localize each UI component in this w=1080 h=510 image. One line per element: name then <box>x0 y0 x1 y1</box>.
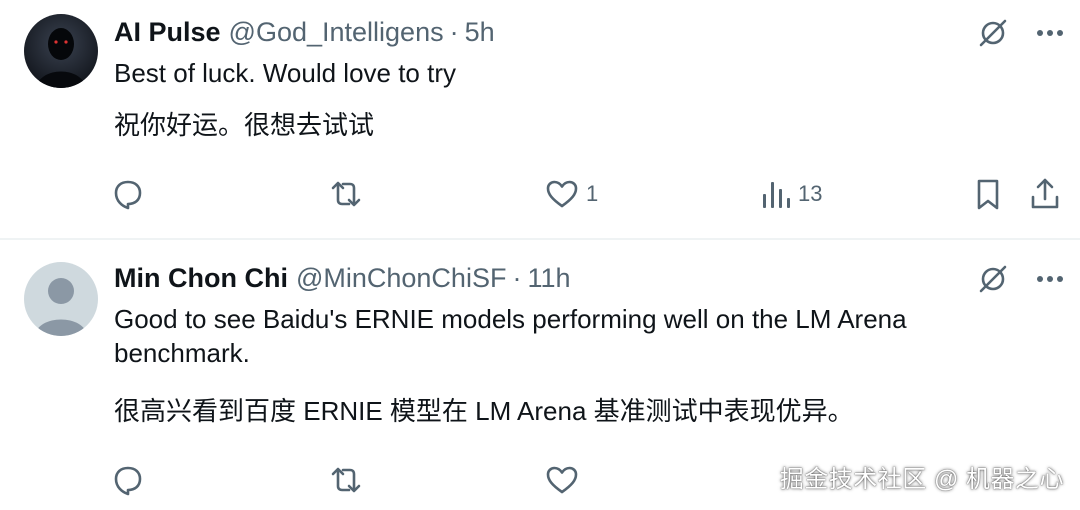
watermark: 掘金技术社区 @ 机器之心 <box>779 466 1064 493</box>
separator: · <box>512 262 522 293</box>
views-icon <box>760 176 792 212</box>
tweet-text: Best of luck. Would love to try <box>114 58 456 88</box>
tweet-translation: 很高兴看到百度 ERNIE 模型在 LM Arena 基准测试中表现优异。 <box>114 396 854 426</box>
like-count: 1 <box>586 181 599 206</box>
grok-icon[interactable] <box>976 16 1010 50</box>
retweet-icon <box>328 176 364 212</box>
more-icon[interactable] <box>1036 28 1064 38</box>
author-name[interactable]: AI Pulse <box>114 17 221 48</box>
timestamp[interactable]: 5h <box>465 17 495 48</box>
avatar[interactable] <box>24 262 98 336</box>
reply-button[interactable] <box>110 176 146 212</box>
share-button[interactable] <box>1028 176 1062 212</box>
tweet-translation: 祝你好运。很想去试试 <box>114 110 375 140</box>
like-icon <box>544 176 580 212</box>
share-icon <box>1028 176 1062 212</box>
like-button[interactable] <box>544 462 580 498</box>
tweet-header: AI Pulse @God_Intelligens · 5h <box>114 12 495 52</box>
tweet: AI Pulse @God_Intelligens · 5h Best of l… <box>0 0 1080 238</box>
author-handle[interactable]: @God_Intelligens <box>229 17 444 48</box>
tweet-actions: 1 13 <box>110 176 1070 220</box>
tweet-top-actions <box>976 262 1064 296</box>
reply-button[interactable] <box>110 462 146 498</box>
timestamp[interactable]: 11h <box>527 263 570 294</box>
reply-icon <box>110 176 146 212</box>
like-button[interactable]: 1 <box>544 176 598 212</box>
author-handle[interactable]: @MinChonChiSF <box>296 263 506 294</box>
grok-icon[interactable] <box>976 262 1010 296</box>
separator: · <box>449 16 459 47</box>
tweet-top-actions <box>976 16 1064 50</box>
bookmark-icon <box>972 176 1004 212</box>
tweet: Min Chon Chi @MinChonChiSF · 11h Good to… <box>0 240 1080 510</box>
tweet-text: Good to see Baidu's ERNIE models perform… <box>114 304 907 368</box>
retweet-icon <box>328 462 364 498</box>
more-icon[interactable] <box>1036 274 1064 284</box>
avatar[interactable] <box>24 14 98 88</box>
views-count: 13 <box>798 181 823 206</box>
author-name[interactable]: Min Chon Chi <box>114 263 288 294</box>
retweet-button[interactable] <box>328 462 364 498</box>
views-button[interactable]: 13 <box>760 176 822 212</box>
like-icon <box>544 462 580 498</box>
bookmark-button[interactable] <box>972 176 1004 212</box>
retweet-button[interactable] <box>328 176 364 212</box>
tweet-header: Min Chon Chi @MinChonChiSF · 11h <box>114 258 571 298</box>
reply-icon <box>110 462 146 498</box>
